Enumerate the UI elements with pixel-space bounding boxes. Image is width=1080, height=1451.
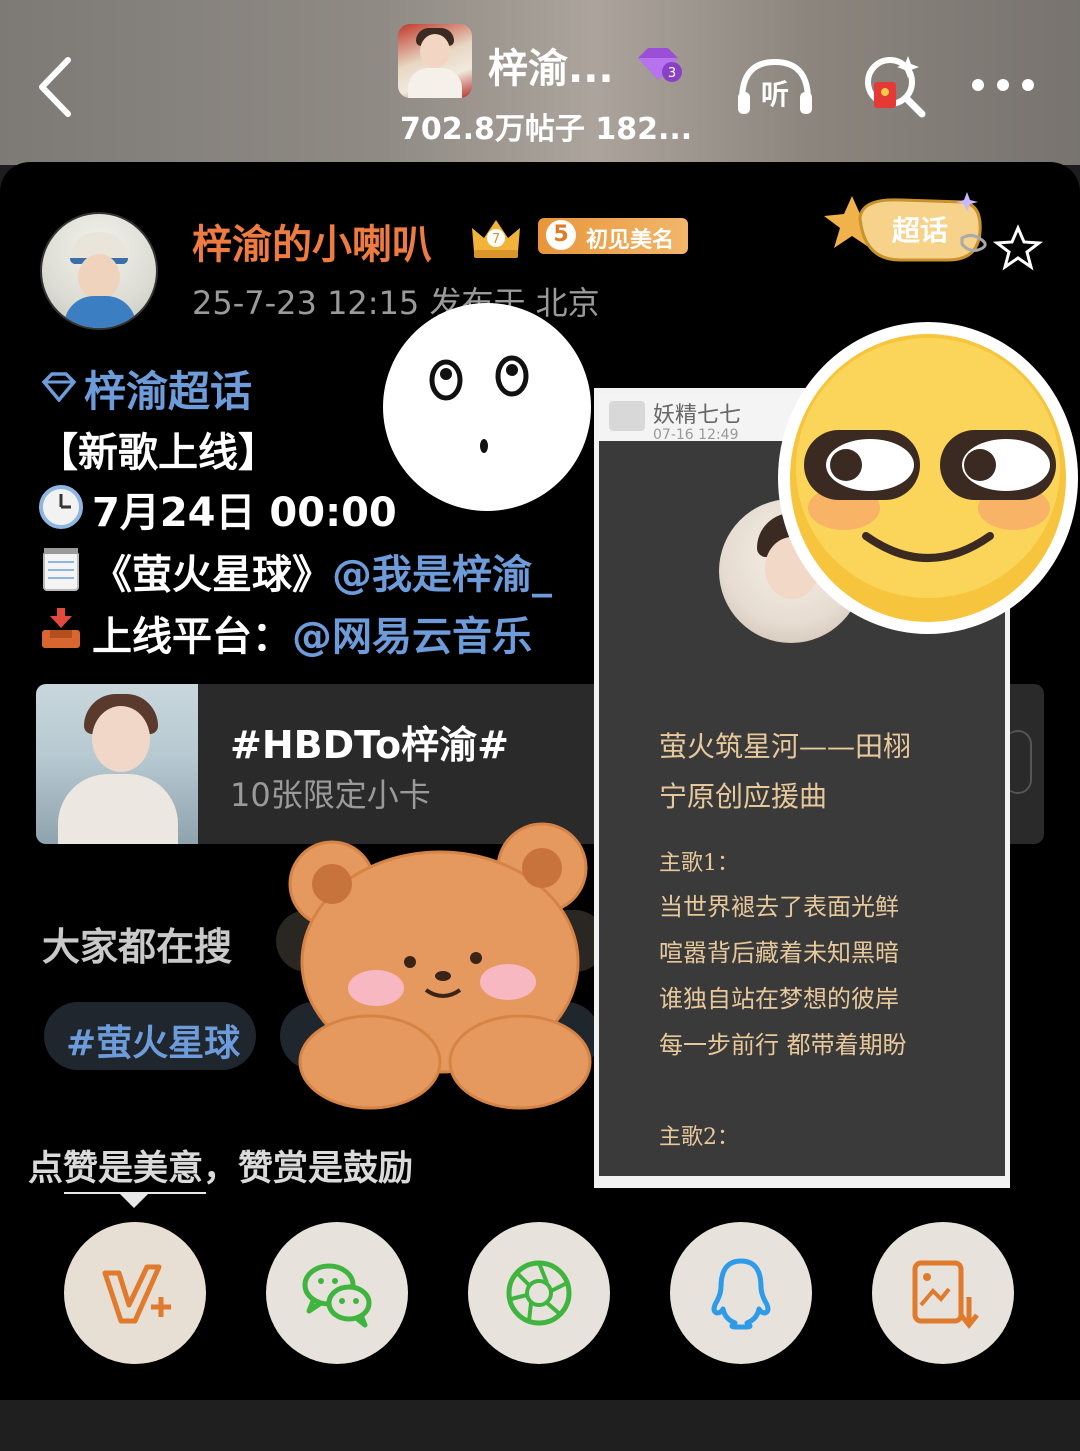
topic-card-subtitle: 10张限定小卡 xyxy=(230,776,431,814)
post-line-datetime: 7月24日 00:00 xyxy=(92,490,397,536)
v-plus-share-button[interactable] xyxy=(64,1222,206,1364)
wechat-icon xyxy=(302,1263,372,1328)
clock-emoji-icon xyxy=(39,485,83,529)
fan-level-number: 5 xyxy=(546,220,576,250)
praise-hint: 点赞是美意，赞赏是鼓励 xyxy=(28,1149,414,1189)
search-tag-label: #萤火星球 xyxy=(66,1023,241,1064)
moments-share-button[interactable] xyxy=(468,1222,610,1364)
teddy-bear-sticker xyxy=(288,822,592,1110)
chaohua-diamond-icon xyxy=(41,372,77,402)
moments-icon xyxy=(506,1260,572,1326)
lyrics-line: 每一步前行 都带着期盼 xyxy=(659,1031,907,1059)
bottom-bar xyxy=(0,1400,1080,1451)
screenshot-author-avatar xyxy=(609,401,645,431)
svg-text:7: 7 xyxy=(492,232,500,247)
wechat-share-button[interactable] xyxy=(266,1222,408,1364)
community-title[interactable]: 梓渝... xyxy=(488,36,614,94)
topic-card-title: #HBDTo梓渝# xyxy=(230,723,509,767)
screenshot-author: 妖精七七 xyxy=(653,403,742,428)
lyrics-line: 当世界褪去了表面光鲜 xyxy=(659,893,899,921)
white-face-sticker xyxy=(383,303,591,511)
screenshot-bottom-border xyxy=(599,1176,1005,1184)
lyrics-title-line1: 萤火筑星河——田栩 xyxy=(659,730,912,763)
topic-link[interactable]: 梓渝超话 xyxy=(84,358,252,419)
trending-search-label: 大家都在搜 xyxy=(42,925,233,969)
more-options-icon[interactable] xyxy=(968,70,1038,100)
search-tag-chip[interactable]: #萤火星球 xyxy=(44,1002,256,1070)
topic-card-thumbnail xyxy=(36,684,198,844)
praise-pointer xyxy=(118,1192,150,1208)
qq-share-button[interactable] xyxy=(670,1222,812,1364)
crown-badge-icon: 7 xyxy=(472,220,520,258)
song-title: 《萤火星球》 xyxy=(92,552,332,598)
lyrics-section1: 主歌1： xyxy=(659,851,739,876)
platform-mention-link[interactable]: @网易云音乐 xyxy=(292,614,532,660)
lyrics-line: 谁独自站在梦想的彼岸 xyxy=(659,985,899,1013)
community-stats: 702.8万帖子 182... xyxy=(400,112,693,147)
diamond-level-icon: 3 xyxy=(638,48,682,82)
chaohua-sticker-icon: 超话 xyxy=(824,192,1044,271)
notepad-emoji-icon xyxy=(43,548,79,591)
v-plus-icon xyxy=(102,1264,171,1324)
lyrics-title-line2: 宁原创应援曲 xyxy=(659,780,828,813)
svg-text:超话: 超话 xyxy=(892,214,948,247)
qq-penguin-icon xyxy=(711,1258,771,1330)
svg-text:听: 听 xyxy=(761,78,789,111)
post-username[interactable]: 梓渝的小喇叭 xyxy=(192,212,432,270)
inbox-tray-emoji-icon xyxy=(42,608,80,648)
red-packet-search-icon[interactable] xyxy=(860,52,928,120)
chevron-left-icon xyxy=(39,57,71,117)
svg-text:3: 3 xyxy=(668,66,676,81)
back-button[interactable] xyxy=(30,52,90,122)
post-line-new-song: 【新歌上线】 xyxy=(38,430,278,476)
screenshot-date: 07-16 12:49 xyxy=(653,427,739,443)
save-image-icon xyxy=(912,1260,979,1330)
fan-badge-label: 初见美名 xyxy=(586,228,675,253)
listen-headphones-icon[interactable]: 听 xyxy=(734,56,816,116)
user-avatar[interactable] xyxy=(40,212,158,330)
artist-mention-link[interactable]: @我是梓渝_ xyxy=(332,552,552,598)
post-line-song: 《萤火星球》@我是梓渝_ xyxy=(92,542,552,600)
save-image-share-button[interactable] xyxy=(872,1222,1014,1364)
fan-level-badge: 5 初见美名 xyxy=(538,218,688,254)
platform-label: 上线平台： xyxy=(92,614,292,660)
lyrics-line: 喧嚣背后藏着未知黑暗 xyxy=(659,939,899,967)
post-line-platform: 上线平台：@网易云音乐 xyxy=(92,604,532,662)
lyrics-section2: 主歌2： xyxy=(659,1125,739,1150)
community-avatar[interactable] xyxy=(398,24,472,98)
smirk-emoji-sticker xyxy=(778,322,1078,634)
